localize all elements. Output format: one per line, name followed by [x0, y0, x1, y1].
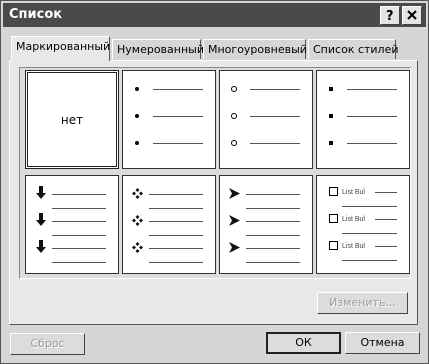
ok-button[interactable]: ОК [266, 332, 341, 354]
bullet-option-none[interactable]: нет [25, 70, 119, 169]
bullet-option-arrowhead[interactable] [219, 175, 313, 274]
sample-text: List Bul [342, 216, 365, 223]
reset-button[interactable]: Сброс [10, 333, 85, 355]
arrow-down-icon [36, 240, 46, 253]
filled-square-icon [329, 141, 333, 145]
close-icon [407, 10, 417, 20]
bullet-option-hollow-circle[interactable] [219, 70, 313, 169]
close-button[interactable] [402, 6, 422, 25]
list-dialog: Список ? Маркированный Нумерованный Мног… [0, 0, 429, 364]
arrowhead-icon [229, 215, 240, 226]
tab-label: Многоуровневый [208, 43, 307, 56]
filled-circle-icon [135, 114, 139, 118]
bullet-option-checkbox[interactable]: List Bul List Bul List Bul [316, 175, 410, 274]
cancel-button[interactable]: Отмена [345, 332, 420, 354]
bullet-option-arrow-down[interactable] [25, 175, 119, 274]
filled-square-icon [329, 87, 333, 91]
arrowhead-icon [229, 242, 240, 253]
title-bar: Список ? [3, 3, 426, 27]
tab-label: Нумерованный [117, 43, 205, 56]
dialog-title: Список [9, 7, 63, 22]
bullet-style-grid: нет List Bul List Bul List Bul [19, 67, 411, 279]
hollow-circle-icon [231, 86, 237, 92]
filled-square-icon [329, 114, 333, 118]
tab-bulleted[interactable]: Маркированный [11, 36, 110, 61]
four-diamond-icon [132, 215, 143, 226]
arrowhead-icon [229, 188, 240, 199]
checkbox-icon [329, 187, 338, 196]
help-button[interactable]: ? [380, 6, 400, 25]
sample-text: List Bul [342, 243, 365, 250]
bullet-option-filled-circle[interactable] [122, 70, 216, 169]
arrow-down-icon [36, 213, 46, 226]
tab-label: Список стилей [313, 43, 399, 56]
svg-text:?: ? [386, 9, 394, 22]
checkbox-icon [329, 214, 338, 223]
four-diamond-icon [132, 188, 143, 199]
checkbox-icon [329, 241, 338, 250]
tab-panel: нет List Bul List Bul List Bul Изменить.… [9, 60, 418, 325]
tab-numbered[interactable]: Нумерованный [112, 39, 205, 59]
bullet-option-four-diamond[interactable] [122, 175, 216, 274]
help-icon: ? [386, 9, 394, 22]
none-label: нет [60, 113, 84, 127]
four-diamond-icon [132, 242, 143, 253]
filled-circle-icon [135, 87, 139, 91]
hollow-circle-icon [231, 140, 237, 146]
tab-label: Маркированный [16, 40, 111, 53]
change-button[interactable]: Изменить... [317, 292, 408, 314]
hollow-circle-icon [231, 113, 237, 119]
arrow-down-icon [36, 186, 46, 199]
tab-list-styles[interactable]: Список стилей [308, 39, 399, 59]
tab-multilevel[interactable]: Многоуровневый [203, 39, 307, 59]
sample-text: List Bul [342, 189, 365, 196]
bullet-option-filled-square[interactable] [316, 70, 410, 169]
filled-circle-icon [135, 141, 139, 145]
